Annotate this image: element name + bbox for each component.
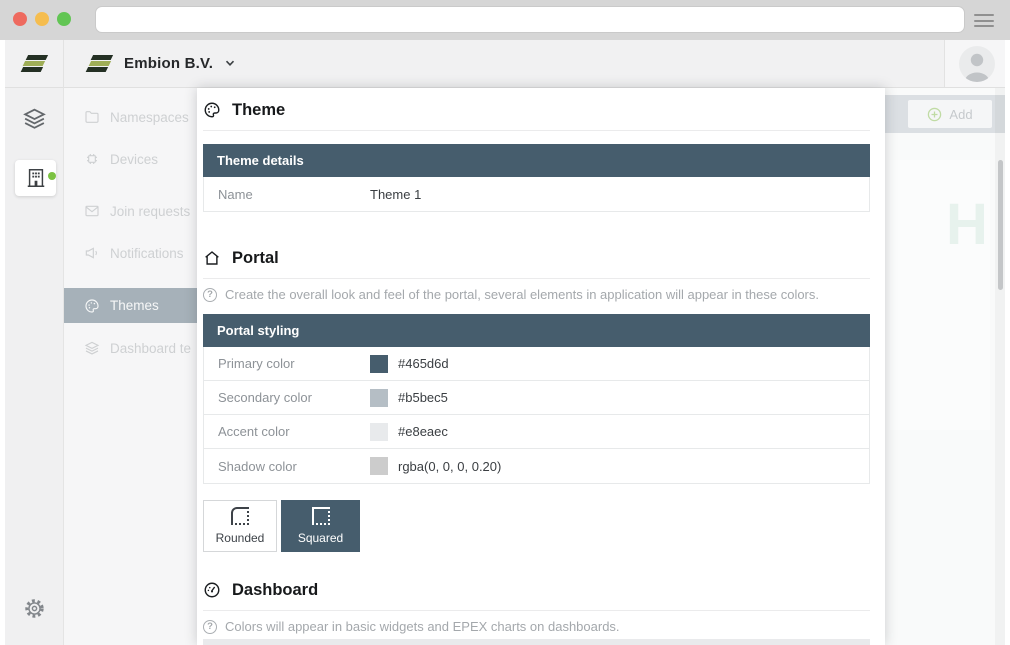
corner-style-toggle: Rounded Squared	[203, 500, 870, 552]
scrollbar-track	[995, 88, 1005, 645]
avatar-section	[944, 40, 1005, 87]
online-status-dot	[48, 172, 56, 180]
app-header: Embion B.V.	[5, 40, 1005, 88]
namespaces-layers-icon[interactable]	[22, 106, 47, 131]
color-swatch	[370, 457, 388, 475]
row-label: Shadow color	[218, 459, 370, 474]
next-section-edge	[203, 639, 870, 645]
name-label: Name	[218, 187, 370, 202]
org-name: Embion B.V.	[124, 55, 213, 72]
color-swatch	[370, 389, 388, 407]
app-window: Embion B.V.	[0, 0, 1010, 645]
help-icon	[203, 620, 217, 634]
portal-section-header: Portal	[203, 246, 870, 270]
address-bar[interactable]	[95, 6, 965, 33]
squared-label: Squared	[298, 531, 343, 545]
background-toolbar: Add	[885, 95, 1005, 133]
sidebar-item-label: Dashboard te	[110, 341, 191, 356]
dashboard-section-header: Dashboard	[203, 578, 870, 602]
shadow-color-row[interactable]: Shadow color rgba(0, 0, 0, 0.20)	[204, 449, 869, 483]
section-title-portal: Portal	[232, 249, 279, 268]
background-card: H	[890, 160, 990, 430]
portal-help-text: Create the overall look and feel of the …	[225, 287, 819, 302]
help-icon	[203, 288, 217, 302]
theme-palette-icon	[203, 101, 221, 119]
accent-color-row[interactable]: Accent color #e8eaec	[204, 415, 869, 449]
rounded-label: Rounded	[216, 531, 265, 545]
add-button-label: Add	[949, 107, 972, 122]
row-value: #465d6d	[398, 356, 449, 371]
home-icon	[203, 249, 221, 267]
app-logo-icon	[22, 53, 47, 73]
row-label: Accent color	[218, 424, 370, 439]
folder-icon	[84, 109, 100, 125]
row-value: #b5bec5	[398, 390, 448, 405]
sidebar-item-label: Namespaces	[110, 110, 189, 125]
divider	[203, 278, 870, 279]
theme-panel: Theme Theme details Name Theme 1 Portal	[197, 88, 885, 645]
add-button[interactable]: Add	[908, 100, 992, 128]
portal-help: Create the overall look and feel of the …	[203, 287, 870, 302]
squared-corner-icon	[312, 507, 330, 525]
browser-menu-icon[interactable]	[974, 14, 994, 27]
layers-icon	[84, 340, 100, 356]
theme-name-row[interactable]: Name Theme 1	[204, 177, 869, 211]
chip-icon	[84, 151, 100, 167]
chevron-down-icon	[225, 58, 235, 68]
section-title-theme: Theme	[232, 101, 285, 120]
sidebar-item-label: Join requests	[110, 204, 190, 219]
background-page: Add H	[885, 88, 1005, 645]
minimize-button[interactable]	[35, 12, 49, 26]
plus-circle-icon	[927, 107, 942, 122]
scrollbar-thumb[interactable]	[998, 160, 1003, 290]
divider	[203, 610, 870, 611]
sidebar-item-label: Devices	[110, 152, 158, 167]
row-value: #e8eaec	[398, 424, 448, 439]
color-swatch	[370, 423, 388, 441]
building-icon	[25, 167, 47, 189]
megaphone-icon	[84, 245, 100, 261]
divider	[203, 130, 870, 131]
close-button[interactable]	[13, 12, 27, 26]
sidebar-item-label: Themes	[110, 298, 159, 313]
org-switcher[interactable]: Embion B.V.	[87, 53, 235, 73]
icon-rail	[5, 88, 64, 645]
rounded-corner-icon	[231, 507, 249, 525]
browser-chrome	[0, 0, 1010, 40]
section-title-dashboard: Dashboard	[232, 581, 318, 600]
name-value: Theme 1	[370, 187, 421, 202]
theme-preview-letter: H	[946, 196, 988, 254]
window-controls	[13, 12, 71, 26]
row-label: Secondary color	[218, 390, 370, 405]
sidebar-logo-cell	[5, 40, 64, 88]
palette-icon	[84, 298, 100, 314]
squared-corners-button[interactable]: Squared	[281, 500, 360, 552]
sidebar-item-label: Notifications	[110, 246, 184, 261]
dashboard-help: Colors will appear in basic widgets and …	[203, 619, 870, 634]
dashboard-help-text: Colors will appear in basic widgets and …	[225, 619, 620, 634]
table-header-theme-details: Theme details	[203, 144, 870, 177]
portal-styling-table: Portal styling Primary color #465d6d Sec…	[203, 314, 870, 484]
primary-color-row[interactable]: Primary color #465d6d	[204, 347, 869, 381]
avatar[interactable]	[959, 46, 995, 82]
rounded-corners-button[interactable]: Rounded	[203, 500, 277, 552]
mail-icon	[84, 203, 100, 219]
gear-icon[interactable]	[23, 597, 46, 620]
theme-section-header: Theme	[203, 98, 870, 122]
org-logo-icon	[87, 53, 112, 73]
table-header-portal-styling: Portal styling	[203, 314, 870, 347]
color-swatch	[370, 355, 388, 373]
theme-details-table: Theme details Name Theme 1	[203, 144, 870, 212]
row-label: Primary color	[218, 356, 370, 371]
row-value: rgba(0, 0, 0, 0.20)	[398, 459, 501, 474]
gauge-icon	[203, 581, 221, 599]
maximize-button[interactable]	[57, 12, 71, 26]
secondary-color-row[interactable]: Secondary color #b5bec5	[204, 381, 869, 415]
